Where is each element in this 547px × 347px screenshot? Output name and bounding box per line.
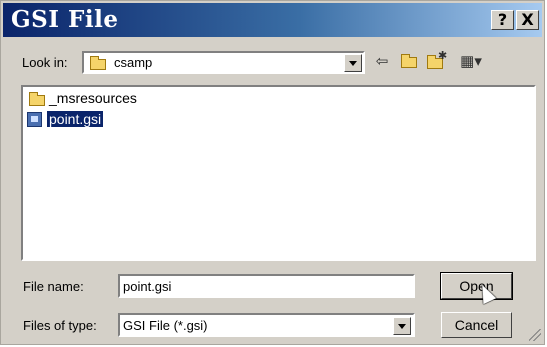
- open-button[interactable]: Open: [440, 272, 513, 300]
- look-in-dropdown-button[interactable]: [344, 54, 362, 72]
- file-name-label: File name:: [23, 279, 84, 294]
- list-item-label: point.gsi: [47, 111, 104, 127]
- file-name-value: point.gsi: [123, 279, 172, 294]
- gsi-file-dialog: GSI File ? X Look in: csamp ⇦ ✱ ▦▾ _msre…: [0, 0, 545, 345]
- sparkle-icon: ✱: [438, 50, 448, 62]
- new-folder-icon[interactable]: ✱: [425, 50, 447, 71]
- list-item-label: _msresources: [49, 90, 137, 106]
- up-folder-glyph: [401, 54, 417, 68]
- title-bar[interactable]: GSI File ? X: [3, 3, 542, 37]
- up-folder-icon[interactable]: [398, 53, 420, 71]
- file-type-label: Files of type:: [23, 318, 97, 333]
- close-button[interactable]: X: [516, 10, 539, 30]
- file-type-value: GSI File (*.gsi): [123, 318, 208, 333]
- help-button[interactable]: ?: [491, 10, 514, 30]
- back-arrow-icon[interactable]: ⇦: [371, 53, 393, 71]
- file-name-input[interactable]: point.gsi: [118, 274, 415, 298]
- look-in-value: csamp: [114, 55, 153, 70]
- folder-icon: [90, 56, 106, 70]
- window-title: GSI File: [11, 6, 119, 33]
- resize-grip[interactable]: [529, 329, 541, 341]
- look-in-label: Look in:: [22, 55, 68, 70]
- file-list[interactable]: _msresources point.gsi: [21, 85, 536, 261]
- folder-icon: [29, 92, 45, 106]
- file-type-select[interactable]: GSI File (*.gsi): [118, 313, 415, 337]
- cancel-button[interactable]: Cancel: [441, 312, 512, 338]
- file-type-dropdown-button[interactable]: [393, 317, 411, 335]
- view-menu-icon[interactable]: ▦▾: [456, 53, 486, 71]
- gsi-file-icon: [27, 112, 42, 127]
- look-in-combo[interactable]: csamp: [82, 51, 365, 74]
